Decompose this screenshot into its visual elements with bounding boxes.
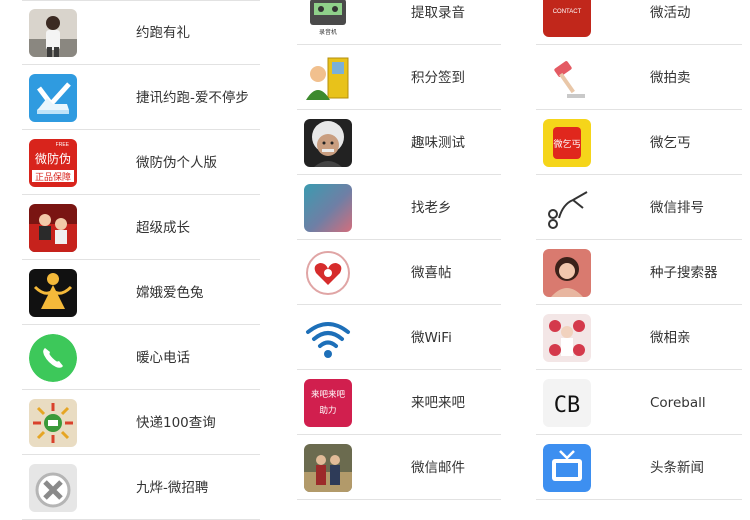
list-item[interactable]: 微乞丐 微乞丐 bbox=[536, 111, 742, 175]
list-item-label: 微WiFi bbox=[411, 330, 452, 346]
list-item-label: 嫦娥爱色兔 bbox=[136, 285, 204, 301]
svg-text:CB: CB bbox=[554, 393, 581, 418]
phone-icon bbox=[29, 334, 77, 382]
list-item-label: Coreball bbox=[650, 395, 706, 411]
svg-text:微乞丐: 微乞丐 bbox=[553, 138, 580, 150]
einstein-photo-icon bbox=[304, 119, 352, 167]
svg-text:助力: 助力 bbox=[319, 405, 336, 416]
beggar-icon: 微乞丐 bbox=[543, 119, 591, 167]
list-item[interactable]: 积分签到 bbox=[297, 46, 501, 110]
svg-text:来吧来吧: 来吧来吧 bbox=[311, 390, 346, 400]
list-item-label: 微拍卖 bbox=[650, 70, 691, 86]
list-item-label: 微防伪个人版 bbox=[136, 155, 217, 171]
list-item-label: 找老乡 bbox=[411, 200, 452, 216]
list-item-label: 暖心电话 bbox=[136, 350, 190, 366]
moon-lady-icon bbox=[29, 269, 77, 317]
svg-text:录音机: 录音机 bbox=[319, 28, 337, 36]
list-item[interactable]: 微拍卖 bbox=[536, 46, 742, 110]
come-on-icon: 来吧来吧 助力 bbox=[304, 379, 352, 427]
list-item-label: 微相亲 bbox=[650, 330, 691, 346]
list-item[interactable]: 捷讯约跑-爱不停步 bbox=[22, 66, 260, 130]
list-item[interactable]: 找老乡 bbox=[297, 176, 501, 240]
list-item-label: 头条新闻 bbox=[650, 460, 704, 476]
wifi-icon bbox=[304, 314, 352, 362]
contact-card-icon: CONTACT bbox=[543, 0, 591, 37]
list-item-label: 种子搜索器 bbox=[650, 265, 718, 281]
list-item[interactable]: CONTACT 微活动 bbox=[536, 0, 742, 45]
list-item-label: 积分签到 bbox=[411, 70, 465, 86]
list-item-label: 微乞丐 bbox=[650, 135, 691, 151]
list-item-label: 超级成长 bbox=[136, 220, 190, 236]
list-item[interactable]: 来吧来吧助力 来吧来吧 bbox=[297, 371, 501, 435]
list-item[interactable]: 暖心电话 bbox=[22, 326, 260, 390]
cassette-recorder-icon: 录音机 bbox=[304, 0, 352, 37]
close-x-icon bbox=[29, 464, 77, 512]
list-item[interactable]: 头条新闻 bbox=[536, 436, 742, 500]
list-item[interactable]: 微信邮件 bbox=[297, 436, 501, 500]
blur-gradient-icon bbox=[304, 184, 352, 232]
girl-photo-icon bbox=[543, 249, 591, 297]
list-item[interactable]: 微信排号 bbox=[536, 176, 742, 240]
svg-text:FREE: FREE bbox=[56, 142, 70, 148]
svg-text:微防伪: 微防伪 bbox=[35, 151, 71, 166]
list-item-label: 微喜帖 bbox=[411, 265, 452, 281]
list-item-label: 微信邮件 bbox=[411, 460, 465, 476]
shoe-check-icon bbox=[29, 74, 77, 122]
list-item[interactable]: 约跑有礼 bbox=[22, 1, 260, 65]
list-item[interactable]: CB Coreball bbox=[536, 371, 742, 435]
list-item[interactable]: 快递100查询 bbox=[22, 391, 260, 455]
list-item-label: 微活动 bbox=[650, 5, 691, 21]
list-item-label: 快递100查询 bbox=[136, 415, 216, 431]
list-item-label: 约跑有礼 bbox=[136, 25, 190, 41]
list-item[interactable]: 录音机 提取录音 bbox=[297, 0, 501, 45]
list-item[interactable]: 嫦娥爱色兔 bbox=[22, 261, 260, 325]
list-item[interactable]: 微相亲 bbox=[536, 306, 742, 370]
couple-photo-icon bbox=[304, 444, 352, 492]
express-100-icon bbox=[29, 399, 77, 447]
list-item-label: 提取录音 bbox=[411, 5, 465, 21]
list-item[interactable]: 趣味测试 bbox=[297, 111, 501, 175]
list-item[interactable]: 九烨-微招聘 bbox=[22, 456, 260, 520]
list-item[interactable]: 微喜帖 bbox=[297, 241, 501, 305]
heart-invitation-icon bbox=[304, 249, 352, 297]
list-item[interactable]: 超级成长 bbox=[22, 196, 260, 260]
list-item-label: 趣味测试 bbox=[411, 135, 465, 151]
list-item[interactable]: 种子搜索器 bbox=[536, 241, 742, 305]
list-item[interactable]: FREE 微防伪正品保障 微防伪个人版 bbox=[22, 131, 260, 195]
list-item[interactable]: 微WiFi bbox=[297, 306, 501, 370]
auction-gavel-icon bbox=[543, 54, 591, 102]
list-item-label: 捷讯约跑-爱不停步 bbox=[136, 90, 249, 106]
user-door-checkin-icon bbox=[304, 54, 352, 102]
svg-text:正品保障: 正品保障 bbox=[35, 171, 71, 183]
growth-photo-icon bbox=[29, 204, 77, 252]
tv-icon bbox=[543, 444, 591, 492]
list-item-label: 微信排号 bbox=[650, 200, 704, 216]
svg-text:CONTACT: CONTACT bbox=[553, 9, 582, 15]
hand-number-icon bbox=[543, 184, 591, 232]
cb-logo-icon: CB bbox=[543, 379, 591, 427]
list-item-label: 来吧来吧 bbox=[411, 395, 465, 411]
runner-photo-icon bbox=[29, 9, 77, 57]
blind-date-icon bbox=[543, 314, 591, 362]
list-item-label: 九烨-微招聘 bbox=[136, 480, 209, 496]
anti-counterfeit-icon: FREE 微防伪正品保障 bbox=[29, 139, 77, 187]
